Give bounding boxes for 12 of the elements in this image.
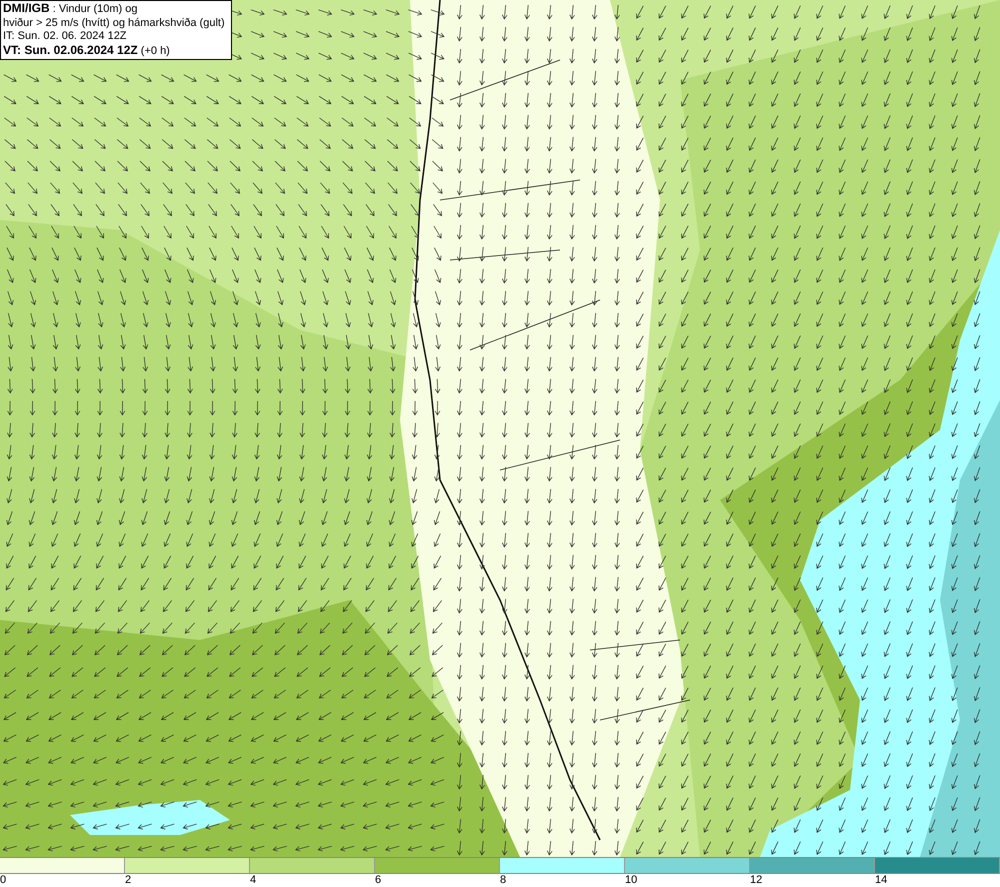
title-text: hviður > 25 m/s (hvítt) og hámarkshviða (gult) bbox=[3, 16, 226, 30]
title-text: DMI/IGB : Vindur (10m) og bbox=[3, 2, 139, 16]
title-text: IT: Sun. 02. 06. 2024 12Z bbox=[3, 30, 128, 44]
legend-tick-label: 0 bbox=[0, 874, 6, 887]
legend-tick-label: 14 bbox=[875, 874, 888, 887]
legend-tick-label: 10 bbox=[625, 874, 638, 887]
legend-tick-label: 4 bbox=[250, 874, 256, 887]
legend-tick-label: 6 bbox=[375, 874, 382, 887]
legend-tick-label: 2 bbox=[125, 874, 132, 887]
title-text: VT: Sun. 02.06.2024 12Z (+0 h) bbox=[3, 44, 171, 58]
legend-tick-label: 12 bbox=[750, 874, 762, 887]
legend-tick-label: 8 bbox=[500, 874, 506, 887]
